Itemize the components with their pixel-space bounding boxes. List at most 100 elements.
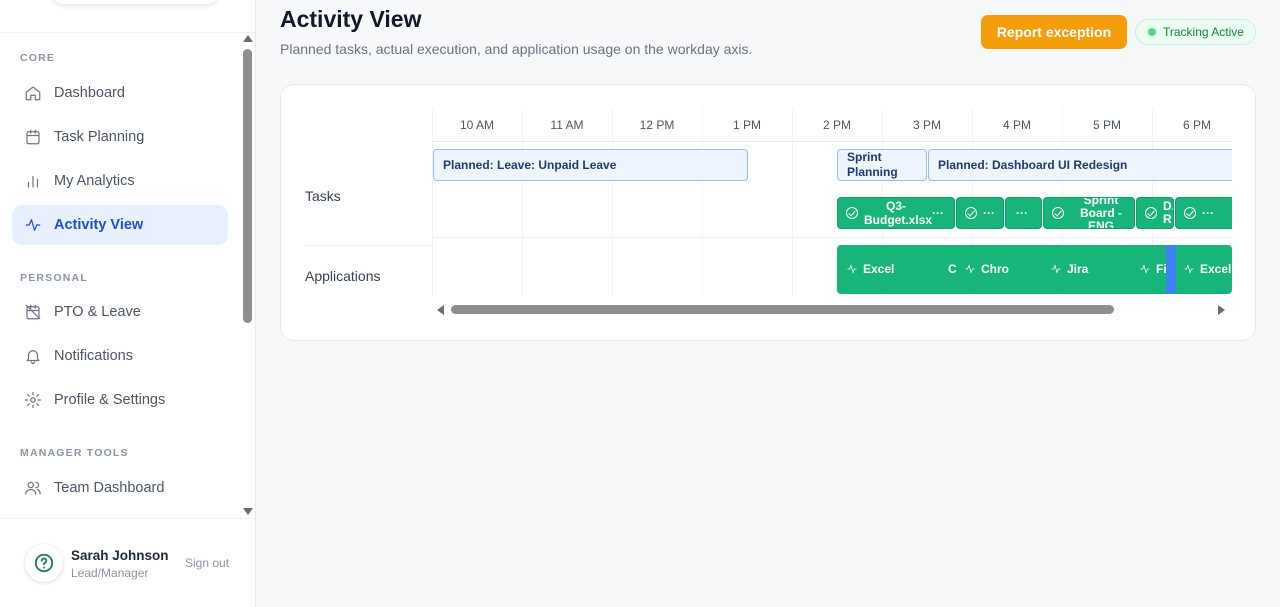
- sidebar-item-task-planning[interactable]: Task Planning: [12, 117, 228, 157]
- tracking-status-badge: Tracking Active: [1135, 19, 1256, 45]
- planned-task-block[interactable]: Planned: Leave: Unpaid Leave: [433, 149, 748, 181]
- app-label: C: [948, 262, 957, 276]
- status-dot-icon: [1148, 28, 1156, 36]
- planned-task-block[interactable]: Sprint Planning: [837, 149, 927, 181]
- sidebar-item-my-analytics[interactable]: My Analytics: [12, 161, 228, 201]
- grid-line: [612, 108, 613, 296]
- avatar[interactable]: [25, 544, 63, 582]
- sign-out-link[interactable]: Sign out: [185, 556, 229, 570]
- app-segment-excel[interactable]: Excel: [846, 262, 894, 276]
- calendar-off-icon: [24, 303, 42, 321]
- sidebar-item-label: PTO & Leave: [54, 304, 141, 320]
- sidebar-item-label: Dashboard: [54, 85, 125, 101]
- check-circle-icon: [1184, 207, 1196, 219]
- actual-task-label: Q3-Budget.xlsx: [864, 199, 933, 227]
- hour-label: 12 PM: [639, 118, 675, 132]
- timeline-horizontal-scrollbar[interactable]: [432, 302, 1232, 316]
- bar-chart-icon: [24, 172, 42, 190]
- app-segment-jira[interactable]: Jira: [1050, 262, 1088, 276]
- app-segment-excel[interactable]: Excel: [1183, 262, 1231, 276]
- scroll-thumb[interactable]: [243, 49, 252, 323]
- hour-label: 6 PM: [1182, 118, 1211, 132]
- sidebar-scrollbar[interactable]: [241, 33, 255, 518]
- sidebar-item-activity-view[interactable]: Activity View: [12, 205, 228, 245]
- divider: [304, 245, 432, 246]
- actual-task-label: ···: [1202, 206, 1214, 220]
- scroll-right-arrow-icon[interactable]: [1218, 305, 1225, 315]
- sidebar-item-label: My Analytics: [54, 173, 135, 189]
- activity-icon: [1140, 264, 1150, 274]
- divider: [432, 237, 1232, 238]
- sidebar-nav: CORE Dashboard Task Planning My Analytic…: [0, 33, 240, 518]
- app-label: Chro: [981, 262, 1009, 276]
- planned-task-block[interactable]: Planned: Dashboard UI Redesign: [928, 149, 1232, 181]
- app-segment-highlight[interactable]: [1166, 245, 1176, 294]
- page-subtitle: Planned tasks, actual execution, and app…: [280, 41, 753, 57]
- hour-label: 3 PM: [912, 118, 941, 132]
- actual-task-label: D... R: [1163, 199, 1174, 226]
- activity-icon: [24, 216, 42, 234]
- gear-icon: [24, 391, 42, 409]
- activity-icon: [1051, 264, 1061, 274]
- hour-label: 11 AM: [550, 118, 584, 132]
- hour-label: 10 AM: [459, 118, 495, 132]
- grid-line: [432, 108, 433, 296]
- home-icon: [24, 84, 42, 102]
- sidebar-item-dashboard[interactable]: Dashboard: [12, 73, 228, 113]
- app-label: Excel: [1200, 262, 1232, 276]
- app-segment[interactable]: C: [948, 262, 957, 276]
- grid-line: [522, 108, 523, 296]
- help-circle-icon: [34, 553, 54, 573]
- actual-task-block[interactable]: Sprint Board - ENG: [1043, 197, 1135, 229]
- check-circle-icon: [1145, 207, 1157, 219]
- tracking-status-label: Tracking Active: [1163, 25, 1244, 39]
- sidebar-item-profile-settings[interactable]: Profile & Settings: [12, 380, 228, 420]
- actual-task-block[interactable]: ···: [1175, 197, 1232, 229]
- calendar-icon: [24, 128, 42, 146]
- actual-task-label: ···: [983, 206, 995, 220]
- actual-task-block[interactable]: ···: [956, 197, 1004, 229]
- check-circle-icon: [1052, 207, 1064, 219]
- grid-line: [702, 108, 703, 296]
- divider: [432, 141, 1232, 142]
- actual-task-label: ···: [1016, 206, 1028, 220]
- timeline[interactable]: 10 AM 11 AM 12 PM 1 PM 2 PM 3 PM 4 PM 5 …: [432, 108, 1232, 296]
- page-title: Activity View: [280, 6, 422, 32]
- section-label-core: CORE: [20, 52, 56, 64]
- row-label-tasks: Tasks: [305, 188, 341, 204]
- user-name: Sarah Johnson: [71, 548, 169, 563]
- hour-label: 5 PM: [1092, 118, 1121, 132]
- app-label: Excel: [863, 262, 895, 276]
- actual-task-block[interactable]: ···: [1005, 197, 1042, 229]
- sidebar-item-pto-leave[interactable]: PTO & Leave: [12, 292, 228, 332]
- report-exception-button[interactable]: Report exception: [981, 15, 1127, 49]
- sidebar-logo-card: [50, 0, 220, 4]
- sidebar-item-label: Task Planning: [54, 129, 145, 145]
- sidebar-item-team-dashboard[interactable]: Team Dashboard: [12, 468, 228, 508]
- sidebar-item-label: Profile & Settings: [54, 392, 166, 408]
- scroll-down-arrow-icon[interactable]: [243, 508, 253, 515]
- actual-task-block[interactable]: D... R: [1136, 197, 1174, 229]
- row-label-applications: Applications: [305, 268, 381, 284]
- app-segment[interactable]: Fi: [1139, 262, 1167, 276]
- sidebar-item-notifications[interactable]: Notifications: [12, 336, 228, 376]
- scroll-thumb[interactable]: [451, 305, 1114, 314]
- app-segment-chrome[interactable]: Chro: [964, 262, 1009, 276]
- actual-task-label: Sprint Board - ENG: [1080, 197, 1122, 229]
- applications-usage-bar[interactable]: Excel C Chro Jira Fi Excel: [837, 245, 1232, 294]
- scroll-left-arrow-icon[interactable]: [437, 305, 444, 315]
- divider: [0, 518, 255, 519]
- grid-line: [792, 108, 793, 296]
- hour-label: 1 PM: [732, 118, 761, 132]
- scroll-up-arrow-icon[interactable]: [243, 35, 253, 42]
- check-circle-icon: [965, 207, 977, 219]
- activity-icon: [1184, 264, 1194, 274]
- user-role: Lead/Manager: [71, 566, 149, 580]
- check-circle-icon: [846, 207, 858, 219]
- actual-task-block[interactable]: Q3-Budget.xlsx ···: [837, 197, 955, 229]
- app-label: Jira: [1067, 262, 1089, 276]
- sidebar-item-label: Notifications: [54, 348, 133, 364]
- sidebar: CORE Dashboard Task Planning My Analytic…: [0, 0, 256, 607]
- section-label-manager-tools: MANAGER TOOLS: [20, 447, 129, 459]
- hour-label: 2 PM: [822, 118, 851, 132]
